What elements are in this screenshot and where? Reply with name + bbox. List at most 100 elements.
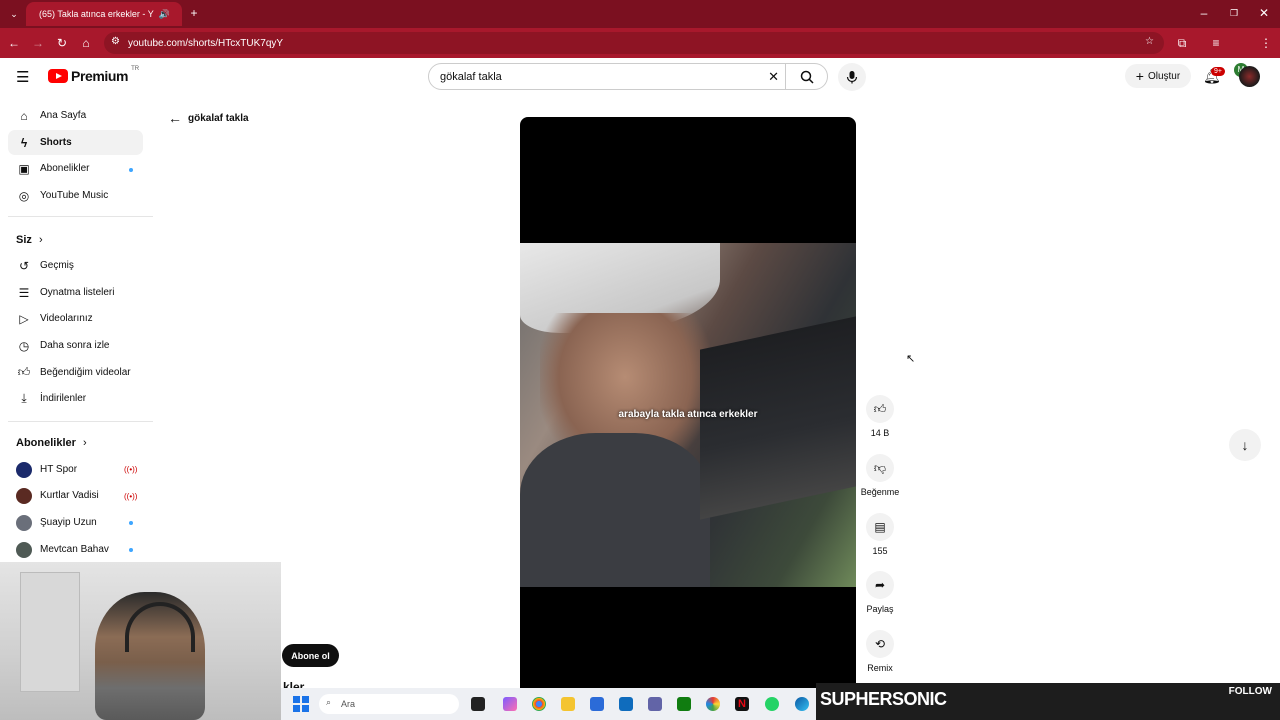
tab-menu-icon[interactable]: ⌄: [6, 7, 22, 21]
youtube-premium-logo[interactable]: Premium TR: [48, 66, 139, 84]
like-button[interactable]: 👍︎ 14 B: [862, 395, 898, 438]
forward-icon[interactable]: →: [30, 36, 46, 50]
taskbar-search-input[interactable]: ⌕ Ara: [319, 694, 459, 714]
sidebar-channel-ht-spor[interactable]: HT Spor: [8, 457, 143, 482]
comments-button[interactable]: ▤ 155: [862, 513, 898, 556]
sidebar-item-shorts[interactable]: ϟ Shorts: [8, 130, 143, 155]
subscriptions-icon: ▣: [18, 161, 30, 176]
extensions-icon[interactable]: ⧉: [1174, 36, 1190, 50]
browser-address-bar: ← → ↻ ⌂ ⚙ youtube.com/shorts/HTcxTUK7qyY…: [0, 28, 1280, 77]
channel-avatar: [16, 541, 32, 558]
search-button[interactable]: [785, 63, 827, 90]
bookmark-star-icon[interactable]: ☆: [1145, 36, 1154, 47]
voice-search-button[interactable]: [838, 63, 866, 91]
shorts-video-player[interactable]: arabayla takla atınca erkekler: [520, 117, 856, 690]
follow-label: FOLLOW: [1228, 686, 1272, 697]
tab-title: (65) Takla atınca erkekler - Y: [39, 9, 154, 19]
edge-app-icon[interactable]: [795, 697, 809, 711]
color-app-icon[interactable]: [706, 697, 720, 711]
clear-search-icon[interactable]: ✕: [768, 69, 779, 85]
reload-icon[interactable]: ↻: [54, 36, 70, 50]
sidebar-item-downloads[interactable]: ⤓ İndirilenler: [8, 386, 143, 411]
video-caption: arabayla takla atınca erkekler: [618, 409, 758, 420]
sidebar-divider: [8, 421, 153, 422]
terminal-app-icon[interactable]: [471, 697, 485, 711]
media-control-icon[interactable]: ≡: [1208, 36, 1224, 50]
search-input[interactable]: gökalaf takla ✕: [428, 63, 828, 90]
outlook-app-icon[interactable]: [619, 697, 633, 711]
create-button[interactable]: + Oluştur: [1125, 64, 1191, 88]
restore-icon[interactable]: ❐: [1226, 6, 1242, 20]
home-button-icon[interactable]: ⌂: [78, 36, 94, 50]
chrome-menu-icon[interactable]: ⋮: [1258, 36, 1274, 50]
chrome-app-icon[interactable]: [532, 697, 546, 711]
background-door-shape: [20, 572, 80, 692]
hamburger-menu-icon[interactable]: ☰: [16, 68, 29, 86]
music-icon: ◎: [18, 188, 30, 203]
sidebar-item-subscriptions[interactable]: ▣ Abonelikler: [8, 156, 143, 181]
browser-tab[interactable]: (65) Takla atınca erkekler - Y 🔊 ✕: [26, 2, 182, 26]
teams-app-icon[interactable]: [648, 697, 662, 711]
sidebar-channel-mevtcan-bahav[interactable]: Mevtcan Bahav: [8, 537, 143, 562]
windows-start-icon[interactable]: [293, 696, 309, 712]
sidebar-item-watch-later[interactable]: ◷ Daha sonra izle: [8, 333, 143, 358]
url-text: youtube.com/shorts/HTcxTUK7qyY: [128, 37, 284, 49]
next-short-button[interactable]: ↓: [1229, 429, 1261, 461]
arrow-left-icon: ←: [168, 110, 182, 126]
account-avatar[interactable]: [1239, 66, 1260, 87]
file-explorer-icon[interactable]: [561, 697, 575, 711]
history-icon: ↺: [18, 258, 30, 273]
remix-button[interactable]: ⟲ Remix: [862, 630, 898, 673]
comment-icon: ▤: [866, 513, 894, 541]
sidebar-subscriptions-heading[interactable]: Abonelikler ›: [16, 437, 87, 449]
sidebar-item-youtube-music[interactable]: ◎ YouTube Music: [8, 183, 143, 208]
tab-close-icon[interactable]: ✕: [181, 9, 182, 20]
microphone-icon: [846, 71, 858, 84]
sidebar-item-home[interactable]: ⌂ Ana Sayfa: [8, 103, 143, 128]
subscribe-button[interactable]: Abone ol: [282, 644, 339, 667]
sidebar-channel-suayip-uzun[interactable]: Şuayip Uzun: [8, 510, 143, 535]
store-app-icon[interactable]: [590, 697, 604, 711]
browser-tab-bar: ⌄ (65) Takla atınca erkekler - Y 🔊 ✕ + –…: [0, 0, 1280, 28]
sidebar-channel-kurtlar-vadisi[interactable]: Kurtlar Vadisi: [8, 483, 143, 508]
copilot-app-icon[interactable]: [503, 697, 517, 711]
windows-taskbar: ⌕ Ara N: [281, 688, 816, 720]
webcam-overlay: [0, 562, 281, 720]
streamer-name: SUPHERSONIC: [820, 689, 947, 709]
playlist-icon: ☰: [18, 285, 30, 300]
new-content-dot: [129, 521, 133, 525]
new-tab-icon[interactable]: +: [186, 6, 202, 20]
mouse-cursor-icon: ↖: [906, 353, 916, 365]
url-field[interactable]: ⚙ youtube.com/shorts/HTcxTUK7qyY ☆: [104, 32, 1164, 54]
your-videos-icon: ▷: [19, 311, 29, 326]
search-input-value: gökalaf takla: [440, 70, 502, 83]
arrow-down-icon: ↓: [1241, 437, 1249, 453]
share-button[interactable]: ➦ Paylaş: [862, 571, 898, 614]
search-icon: ⌕: [326, 697, 332, 707]
new-content-dot: [129, 548, 133, 552]
live-icon: ((•)): [124, 492, 138, 501]
search-icon: [800, 70, 814, 84]
chevron-right-icon: ›: [82, 437, 87, 449]
download-icon: ⤓: [21, 391, 27, 405]
sidebar-you-heading[interactable]: Siz ›: [16, 234, 43, 246]
home-icon: ⌂: [20, 108, 28, 123]
tab-audio-icon[interactable]: 🔊: [159, 9, 170, 20]
minimize-icon[interactable]: –: [1196, 6, 1212, 20]
back-to-search-link[interactable]: ← gökalaf takla: [168, 110, 249, 126]
site-info-icon[interactable]: ⚙: [111, 36, 120, 47]
notification-badge: 9+: [1211, 67, 1225, 76]
sidebar-item-your-videos[interactable]: ▷ Videolarınız: [8, 306, 143, 331]
sidebar-item-history[interactable]: ↺ Geçmiş: [8, 253, 143, 278]
window-close-icon[interactable]: ✕: [1256, 6, 1272, 20]
sidebar-item-liked-videos[interactable]: 👍︎ Beğendiğim videolar: [8, 360, 143, 385]
back-icon[interactable]: ←: [6, 36, 22, 50]
whatsapp-app-icon[interactable]: [765, 697, 779, 711]
notifications-button[interactable]: 🔔︎ 9+: [1203, 67, 1225, 85]
xbox-app-icon[interactable]: [677, 697, 691, 711]
dislike-button[interactable]: 👎︎ Beğenme: [860, 454, 900, 497]
netflix-app-icon[interactable]: N: [735, 697, 749, 711]
sidebar-item-playlists[interactable]: ☰ Oynatma listeleri: [8, 280, 143, 305]
shorts-icon: ϟ: [20, 135, 28, 150]
thumbs-up-icon: 👍︎: [866, 395, 894, 423]
